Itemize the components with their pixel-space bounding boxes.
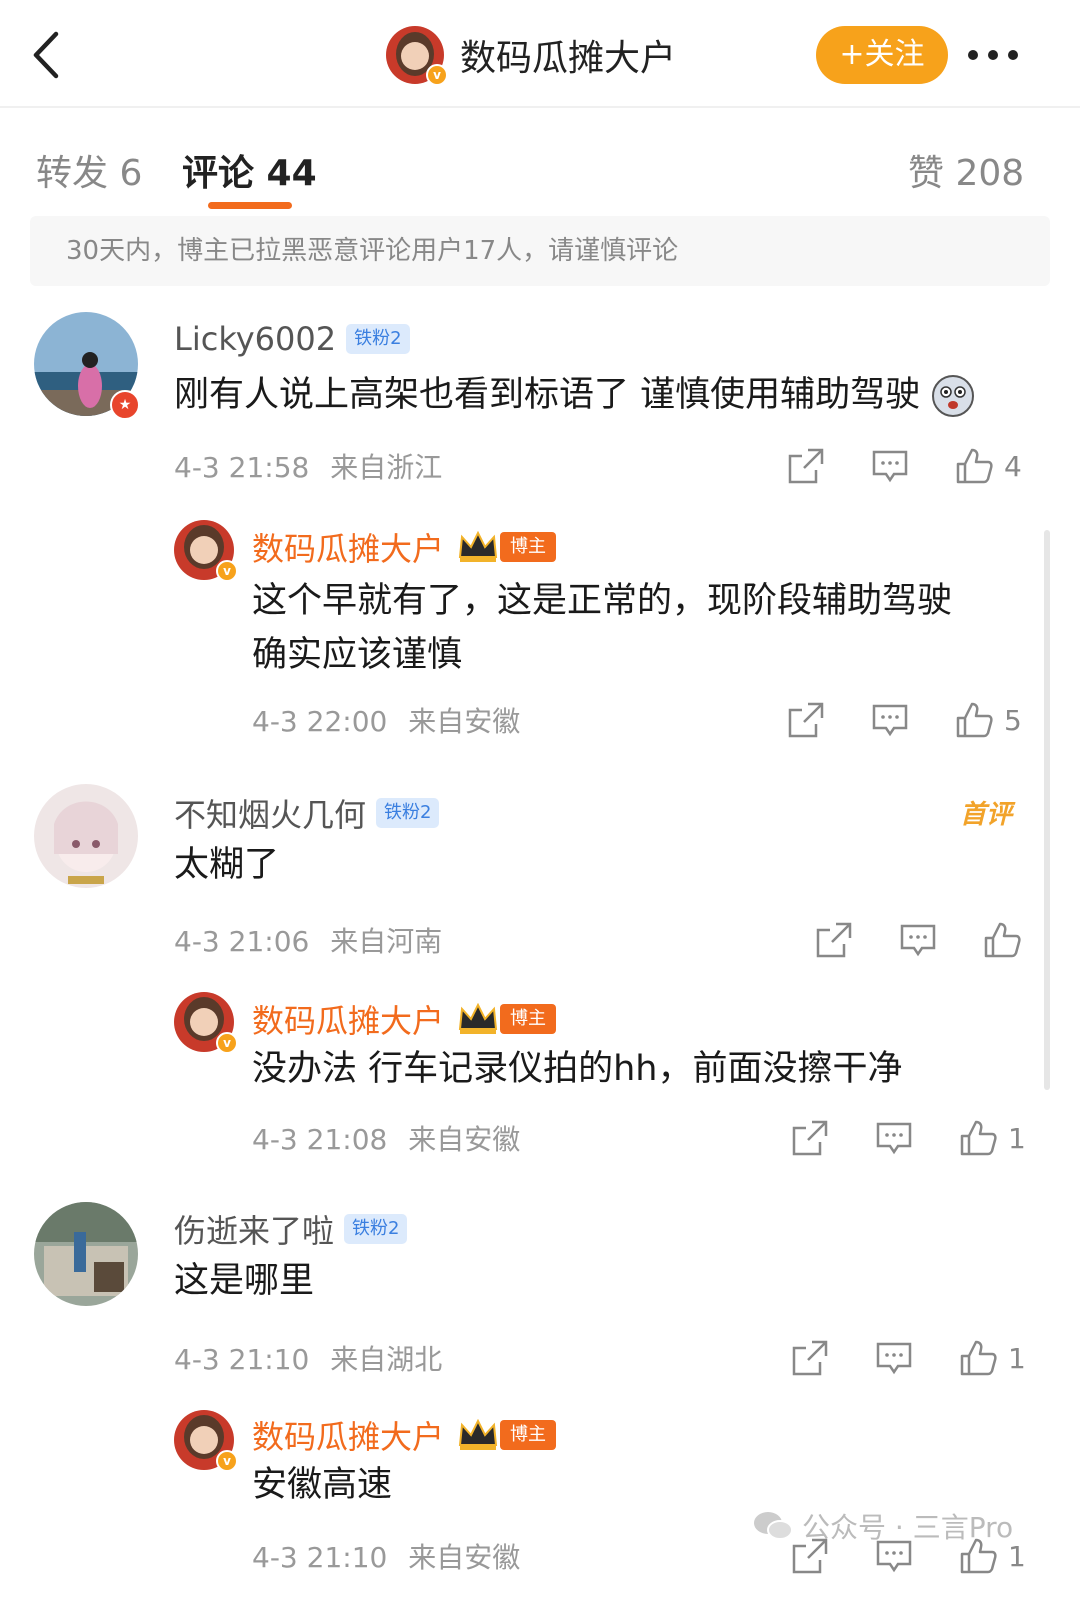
notice-banner: 30天内，博主已拉黑恶意评论用户17人，请谨慎评论 — [30, 216, 1050, 286]
owner-badge: 博主 — [500, 1004, 557, 1034]
like-icon[interactable] — [958, 1338, 998, 1378]
tab-active-indicator — [208, 202, 292, 209]
comment-location: 来自湖北 — [330, 1343, 443, 1376]
fan-badge: 铁粉2 — [344, 1214, 408, 1244]
wechat-icon — [752, 1509, 794, 1543]
tab-repost[interactable]: 转发 6 — [36, 144, 142, 196]
owner-badge: 博主 — [500, 1420, 557, 1450]
back-arrow-icon[interactable] — [28, 30, 68, 80]
comment-username[interactable]: 伤逝来了啦 — [174, 1206, 334, 1252]
avatar[interactable] — [34, 784, 138, 888]
crown-icon — [458, 530, 498, 563]
tab-likes[interactable]: 赞 208 — [908, 144, 1024, 196]
reply-icon[interactable] — [874, 1118, 914, 1158]
reply-icon[interactable] — [870, 700, 910, 740]
like-icon[interactable] — [954, 446, 994, 486]
comment-time: 4-3 21:06 — [174, 925, 310, 958]
owner-badge: 博主 — [500, 532, 557, 562]
comment-text: 刚有人说上高架也看到标语了 谨慎使用辅助驾驶 — [174, 375, 921, 415]
follow-button[interactable]: +关注 — [816, 26, 948, 84]
reply-text: 没办法 行车记录仪拍的hh，前面没擦干净 — [252, 1049, 903, 1089]
like-icon[interactable] — [982, 920, 1022, 960]
like-icon[interactable] — [958, 1118, 998, 1158]
share-icon[interactable] — [790, 1338, 830, 1378]
tab-comments[interactable]: 评论 44 — [182, 144, 317, 196]
reply-username[interactable]: 数码瓜摊大户 — [252, 524, 444, 570]
share-icon[interactable] — [790, 1118, 830, 1158]
reply-time: 4-3 22:00 — [252, 705, 388, 738]
like-count: 1 — [1008, 1341, 1026, 1375]
reply-time: 4-3 21:10 — [252, 1541, 388, 1574]
share-icon[interactable] — [786, 446, 826, 486]
fan-badge: 铁粉2 — [346, 324, 410, 354]
like-count: 5 — [1004, 703, 1022, 737]
comment-username[interactable]: Licky6002 — [174, 320, 336, 358]
scrollbar[interactable] — [1044, 530, 1050, 1090]
like-icon[interactable] — [954, 700, 994, 740]
reply-username[interactable]: 数码瓜摊大户 — [252, 996, 444, 1042]
more-icon[interactable] — [968, 40, 1028, 70]
watermark: 公众号 · 三言Pro — [752, 1506, 1013, 1546]
reply-location: 来自安徽 — [408, 1123, 521, 1156]
crown-icon — [458, 1418, 498, 1451]
like-count: 4 — [1004, 449, 1022, 483]
header-username[interactable]: 数码瓜摊大户 — [460, 29, 676, 81]
watermark-text: 公众号 · 三言Pro — [802, 1511, 1014, 1544]
avatar[interactable]: v — [174, 1410, 238, 1472]
crown-icon — [458, 1002, 498, 1035]
reply-text: 安徽高速 — [252, 1465, 393, 1505]
reply-username[interactable]: 数码瓜摊大户 — [252, 1412, 444, 1458]
share-icon[interactable] — [814, 920, 854, 960]
reply-text: 确实应该谨慎 — [252, 635, 463, 675]
fan-badge: 铁粉2 — [376, 798, 440, 828]
reply-location: 来自安徽 — [408, 705, 521, 738]
share-icon[interactable] — [786, 700, 826, 740]
verified-icon: v — [216, 1450, 238, 1472]
emoji-icon — [931, 374, 975, 418]
reply-icon[interactable] — [870, 446, 910, 486]
first-comment-tag: 首评 — [960, 800, 1013, 830]
comment-location: 来自河南 — [330, 925, 443, 958]
reply-icon[interactable] — [874, 1338, 914, 1378]
reply-text: 这个早就有了，这是正常的，现阶段辅助驾驶 — [252, 581, 953, 621]
comment-text: 太糊了 — [174, 845, 280, 885]
header-user[interactable]: v 数码瓜摊大户 — [386, 24, 676, 86]
comment-time: 4-3 21:10 — [174, 1343, 310, 1376]
verified-icon: ★ — [110, 390, 140, 420]
reply-time: 4-3 21:08 — [252, 1123, 388, 1156]
reply-location: 来自安徽 — [408, 1541, 521, 1574]
top-bar: v 数码瓜摊大户 +关注 — [0, 0, 1080, 108]
verified-icon: v — [216, 1032, 238, 1054]
comment-time: 4-3 21:58 — [174, 451, 310, 484]
avatar[interactable]: v — [174, 992, 238, 1054]
avatar[interactable] — [34, 1202, 138, 1306]
tab-bar: 转发 6 评论 44 赞 208 — [0, 110, 1080, 210]
verified-icon: v — [216, 560, 238, 582]
avatar[interactable]: v — [174, 520, 238, 582]
verified-icon: v — [426, 64, 448, 86]
comment-username[interactable]: 不知烟火几何 — [174, 790, 366, 836]
like-count: 1 — [1008, 1121, 1026, 1155]
avatar[interactable]: v — [386, 26, 448, 86]
reply-icon[interactable] — [898, 920, 938, 960]
comment-text: 这是哪里 — [174, 1261, 315, 1301]
comment-location: 来自浙江 — [330, 451, 443, 484]
